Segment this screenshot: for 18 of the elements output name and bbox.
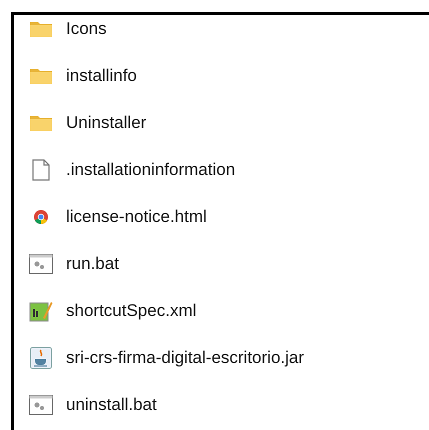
folder-icon <box>30 20 52 36</box>
file-name[interactable]: .installationinformation <box>66 156 236 182</box>
file-name[interactable]: Uninstaller <box>66 110 146 136</box>
gear-window-icon <box>29 394 53 414</box>
file-name[interactable]: shortcutSpec.xml <box>66 298 196 324</box>
file-name[interactable]: installinfo <box>66 62 137 88</box>
chart-pencil-icon <box>29 300 53 322</box>
coffee-cup-icon <box>30 346 52 368</box>
file-name[interactable]: sri-crs-firma-digital-escritorio.jar <box>66 344 304 370</box>
file-name[interactable]: license-notice.html <box>66 204 207 230</box>
blank-file-icon <box>32 158 50 180</box>
browser-file-icon <box>33 208 49 224</box>
file-name[interactable]: uninstall.bat <box>66 392 157 418</box>
file-name[interactable]: Icons <box>66 16 107 42</box>
gear-window-icon <box>29 254 53 274</box>
folder-icon <box>30 114 52 130</box>
file-name[interactable]: run.bat <box>66 250 119 276</box>
folder-icon <box>30 68 52 84</box>
